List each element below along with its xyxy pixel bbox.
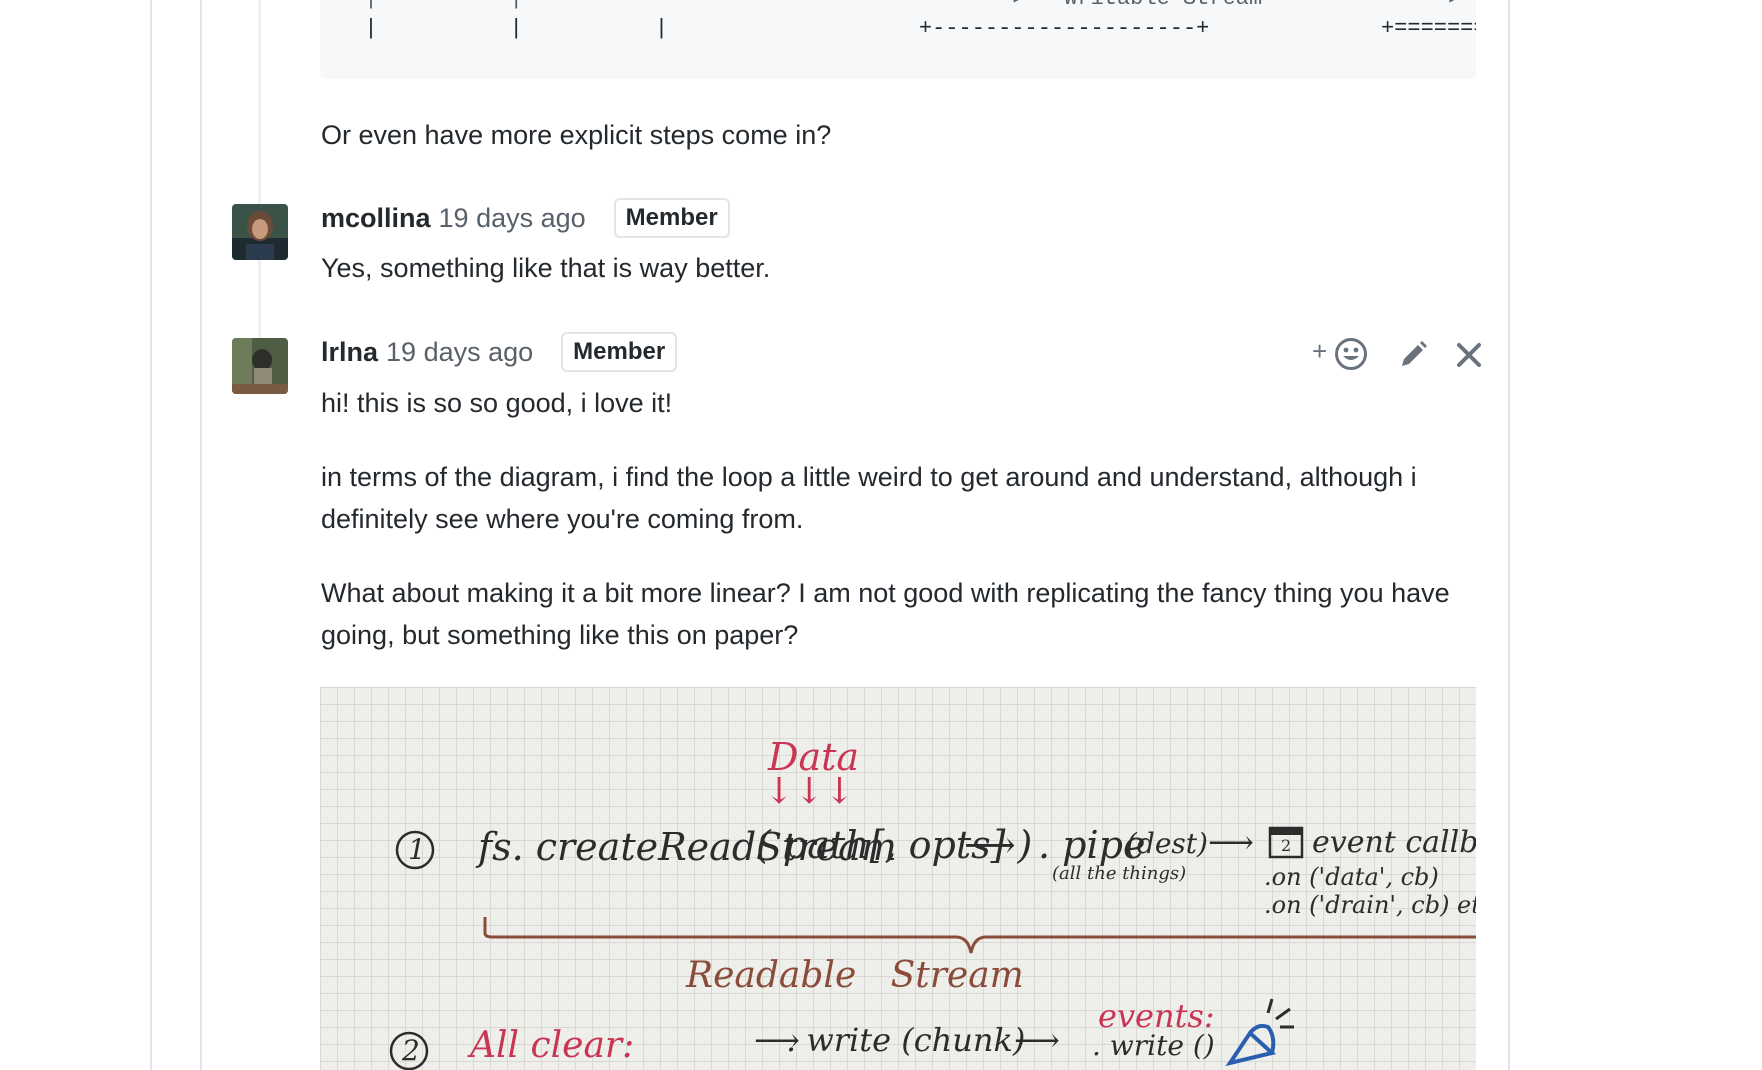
sketch-on-data: .on ('data', cb) — [1264, 863, 1439, 891]
question-text: Or even have more explicit steps come in… — [321, 120, 832, 150]
comment-header: mcollina 19 days ago Member — [321, 198, 730, 238]
sketch-readable-stream: Readable Stream — [686, 955, 1024, 996]
sketch-event-callbacks: event callbacks — [1312, 825, 1476, 860]
timeline-line — [200, 0, 202, 1070]
timestamp-link[interactable]: 19 days ago — [439, 203, 586, 234]
avatar-photo-icon — [232, 338, 288, 394]
calendar-number: 2 — [1281, 836, 1292, 855]
add-reaction-button[interactable]: + — [1312, 336, 1370, 372]
comment-body: What about making it a bit more linear? … — [321, 578, 1450, 650]
avatar-photo-icon — [232, 204, 288, 260]
comment-body: Yes, something like that is way better. — [321, 253, 771, 283]
comment-body: hi! this is so so good, i love it! — [321, 388, 673, 418]
plus-icon: + — [1312, 336, 1328, 366]
megaphone-icon — [1225, 998, 1294, 1067]
member-badge: Member — [561, 332, 678, 372]
sketch-events-write: . write () — [1092, 1029, 1215, 1062]
timestamp-link[interactable]: 19 days ago — [386, 337, 533, 368]
edit-pencil-icon[interactable] — [1397, 339, 1429, 371]
sketch-pipe-dest: (dest) — [1126, 827, 1208, 860]
sketch-all-clear: All clear: — [470, 1025, 635, 1066]
sketch-pipe-note: (all the things) — [1052, 863, 1187, 884]
avatar[interactable] — [232, 338, 288, 394]
step-two-number: 2 — [402, 1034, 420, 1067]
code-block: | | · · · · · · · · ▸ Writable Stream · … — [320, 0, 1476, 79]
code-line: | | · · · · · · · · ▸ Writable Stream · … — [338, 0, 1476, 12]
page-right-border — [1508, 0, 1510, 1070]
author-link[interactable]: mcollina — [321, 203, 431, 234]
step-one-number: 1 — [408, 833, 426, 866]
sketch-arrow: ⟶ — [1014, 1021, 1060, 1059]
thread-line — [258, 0, 261, 340]
sketch-down-arrows: ↓↓↓ — [764, 771, 855, 812]
comment-body: in terms of the diagram, i find the loop… — [321, 462, 1417, 534]
comment-header: lrlna 19 days ago Member — [321, 332, 678, 372]
close-icon[interactable] — [1456, 342, 1482, 368]
author-link[interactable]: lrlna — [321, 337, 378, 368]
smiley-icon — [1335, 338, 1367, 370]
sketch-arrow: ⟶ — [1208, 823, 1254, 861]
sketch-arrow: ⟶ — [964, 825, 1016, 866]
avatar[interactable] — [232, 204, 288, 260]
code-line: | | | +--------------------+ +=======+==… — [364, 16, 1476, 41]
sketch-image[interactable]: Data ↓↓↓ 1 fs. createReadStream ( path[,… — [320, 687, 1476, 1070]
page-gutter-line — [150, 0, 152, 1070]
member-badge: Member — [613, 198, 730, 238]
sketch-write-chunk: . write (chunk) — [786, 1021, 1026, 1059]
